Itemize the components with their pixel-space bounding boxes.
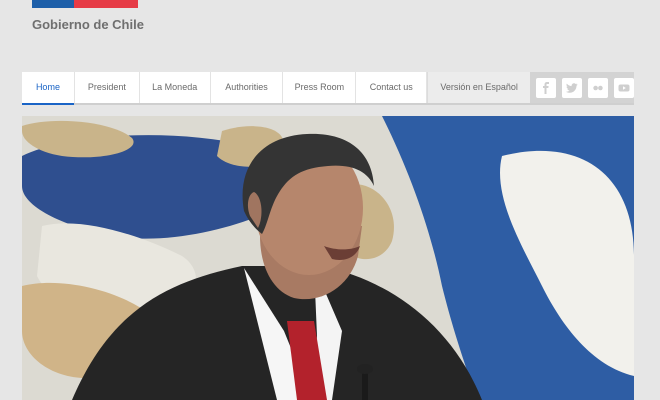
- flag-bar: [32, 0, 138, 8]
- speaker-photo: [22, 116, 634, 400]
- youtube-icon[interactable]: [614, 77, 634, 98]
- nav-authorities[interactable]: Authorities: [211, 72, 284, 103]
- main-navigation: Home President La Moneda Authorities Pre…: [22, 72, 634, 105]
- flag-blue-stripe: [32, 0, 75, 8]
- facebook-icon[interactable]: [536, 77, 556, 98]
- twitter-icon[interactable]: [562, 77, 582, 98]
- social-links: [530, 72, 634, 103]
- nav-spanish-version[interactable]: Versión en Español: [427, 72, 530, 103]
- flickr-icon[interactable]: [588, 77, 608, 98]
- nav-home[interactable]: Home: [22, 72, 75, 105]
- flag-red-stripe: [74, 0, 138, 8]
- nav-la-moneda[interactable]: La Moneda: [140, 72, 211, 103]
- nav-press-room[interactable]: Press Room: [283, 72, 357, 103]
- nav-contact-us[interactable]: Contact us: [356, 72, 428, 103]
- nav-president[interactable]: President: [75, 72, 140, 103]
- brand-name[interactable]: Gobierno de Chile: [32, 17, 144, 32]
- hero-image: [22, 116, 634, 400]
